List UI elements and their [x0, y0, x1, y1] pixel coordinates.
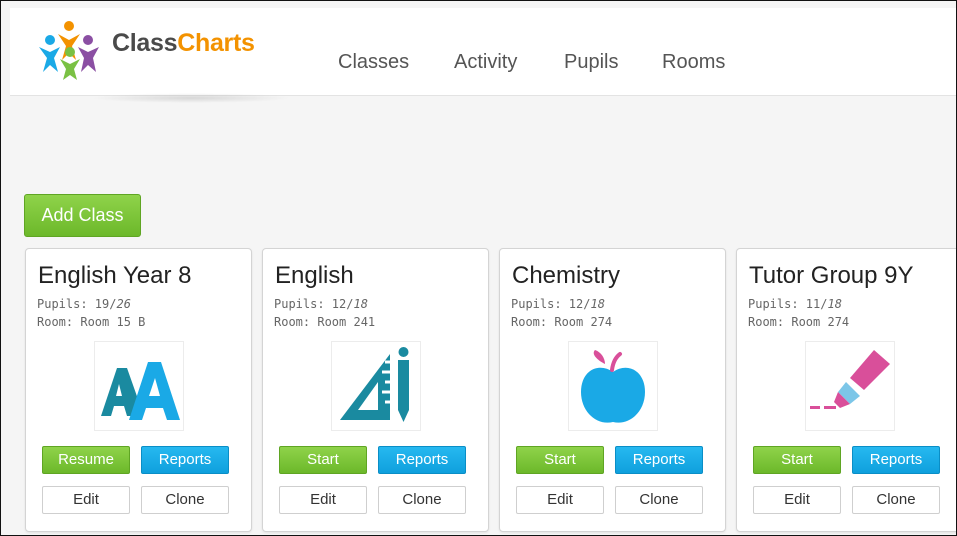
reports-button[interactable]: Reports	[615, 446, 703, 474]
classcharts-logo[interactable]: ClassCharts	[36, 20, 276, 80]
start-button[interactable]: Start	[279, 446, 367, 474]
reports-button[interactable]: Reports	[141, 446, 229, 474]
clone-button[interactable]: Clone	[615, 486, 703, 514]
apple-icon	[581, 350, 645, 423]
nav-classes[interactable]: Classes	[338, 51, 409, 74]
logo-text-class: Class	[112, 29, 178, 57]
pupils-present: 11	[805, 297, 821, 311]
class-title: Tutor Group 9Y	[749, 262, 914, 289]
nav-pupils[interactable]: Pupils	[564, 51, 618, 74]
class-card-tutor-group-9y[interactable]: Tutor Group 9Y Pupils: 11/18 Room: Room …	[736, 248, 956, 532]
room-label: Room: Room 15 B	[37, 315, 146, 329]
class-card-english-year-8[interactable]: English Year 8 Pupils: 19/26 Room: Room …	[25, 248, 252, 532]
room-label: Room: Room 274	[748, 315, 850, 329]
room-label: Room: Room 241	[274, 315, 376, 329]
reports-button[interactable]: Reports	[378, 446, 466, 474]
letters-aa-icon	[101, 362, 180, 420]
nav-rooms[interactable]: Rooms	[662, 51, 725, 74]
room-label: Room: Room 274	[511, 315, 613, 329]
clone-button[interactable]: Clone	[378, 486, 466, 514]
pupils-count: Pupils: 11/18	[748, 297, 842, 311]
pupils-present: 12	[331, 297, 347, 311]
add-class-button[interactable]: Add Class	[24, 194, 141, 237]
edit-button[interactable]: Edit	[279, 486, 367, 514]
pupils-count: Pupils: 12/18	[511, 297, 605, 311]
clone-button[interactable]: Clone	[852, 486, 940, 514]
pupils-present: 19	[94, 297, 110, 311]
pupils-total: 18	[590, 297, 605, 311]
class-card-chemistry[interactable]: Chemistry Pupils: 12/18 Room: Room 274 S…	[499, 248, 726, 532]
resume-button[interactable]: Resume	[42, 446, 130, 474]
ruler-pencil-icon	[340, 347, 409, 422]
pupils-present: 12	[568, 297, 584, 311]
class-title: Chemistry	[512, 262, 621, 289]
class-icon-box	[331, 341, 421, 431]
reports-button[interactable]: Reports	[852, 446, 940, 474]
class-card-english[interactable]: English Pupils: 12/18 Room: Room 241 Sta…	[262, 248, 489, 532]
class-title: English	[275, 262, 354, 289]
pupils-label: Pupils:	[748, 297, 806, 311]
pupils-label: Pupils:	[274, 297, 332, 311]
edit-button[interactable]: Edit	[753, 486, 841, 514]
edit-button[interactable]: Edit	[516, 486, 604, 514]
nav-activity[interactable]: Activity	[454, 51, 517, 74]
logo-shadow	[91, 93, 291, 103]
pupils-total: 26	[116, 297, 131, 311]
start-button[interactable]: Start	[753, 446, 841, 474]
class-icon-box	[94, 341, 184, 431]
class-icon-box	[805, 341, 895, 431]
top-navbar: ClassCharts Classes Activity Pupils Room…	[10, 8, 956, 96]
pupils-count: Pupils: 19/26	[37, 297, 131, 311]
pupils-total: 18	[353, 297, 368, 311]
app-window: ClassCharts Classes Activity Pupils Room…	[0, 0, 957, 536]
logo-text-charts: Charts	[177, 29, 255, 57]
pupils-count: Pupils: 12/18	[274, 297, 368, 311]
pupils-total: 18	[827, 297, 842, 311]
edit-button[interactable]: Edit	[42, 486, 130, 514]
logo-wordmark: ClassCharts	[112, 29, 255, 58]
people-logo-icon	[39, 21, 99, 80]
pupils-label: Pupils:	[37, 297, 95, 311]
class-title: English Year 8	[38, 262, 192, 289]
clone-button[interactable]: Clone	[141, 486, 229, 514]
pupils-label: Pupils:	[511, 297, 569, 311]
class-icon-box	[568, 341, 658, 431]
highlighter-icon	[810, 350, 890, 409]
start-button[interactable]: Start	[516, 446, 604, 474]
